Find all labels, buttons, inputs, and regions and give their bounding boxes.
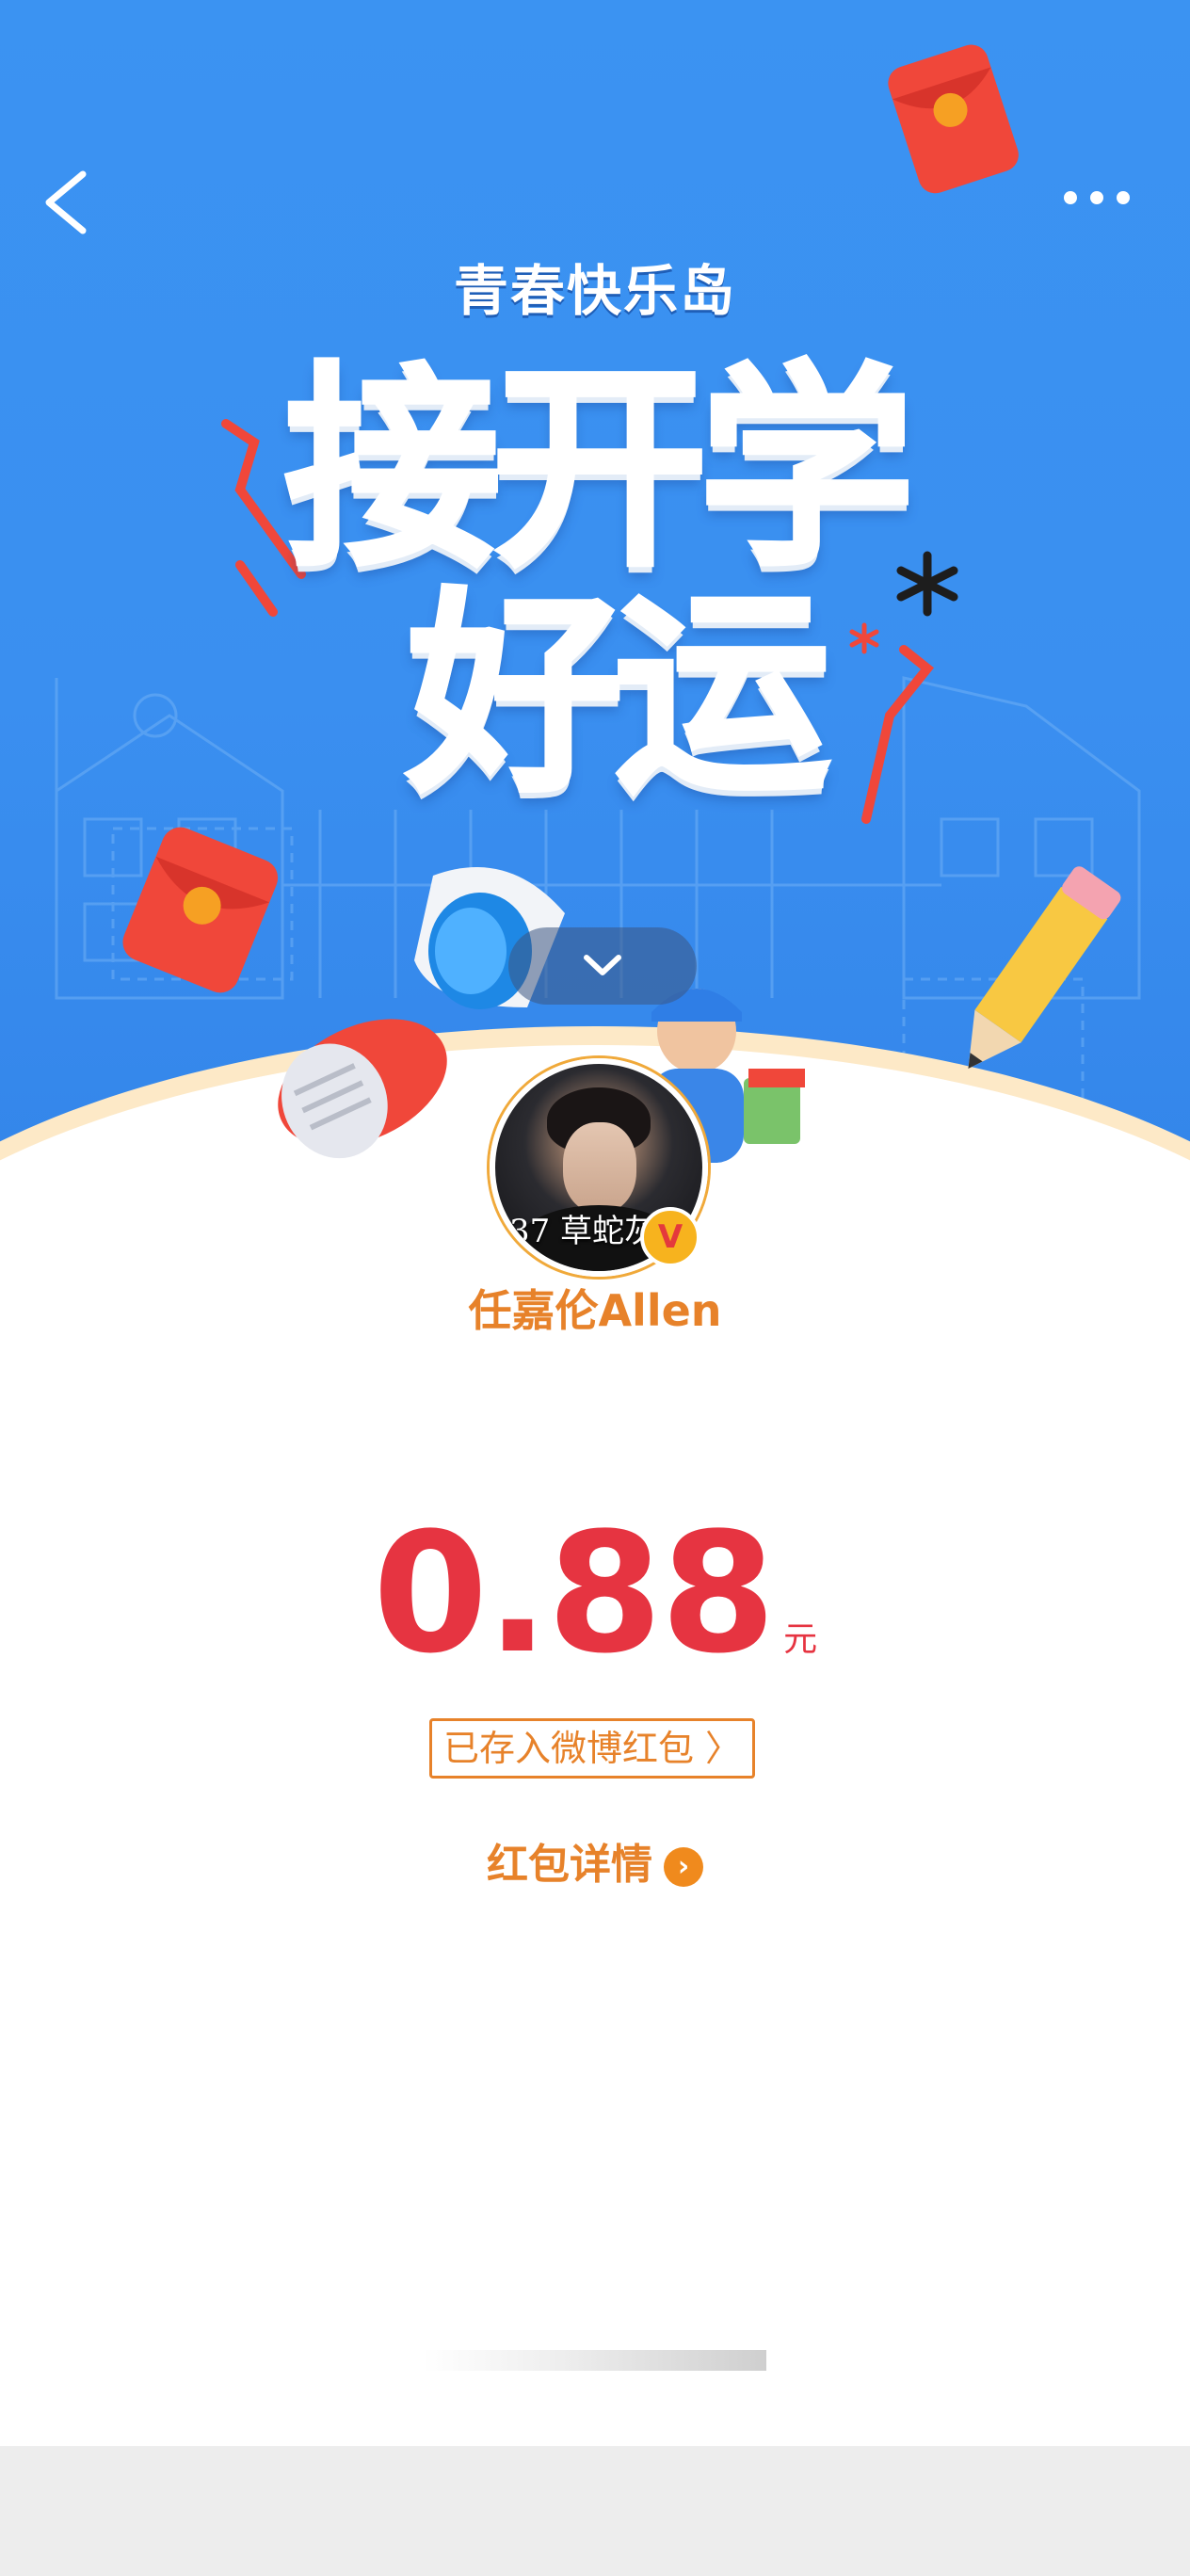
sender-name[interactable]: 任嘉伦Allen (0, 1277, 1190, 1339)
red-envelope-icon (888, 44, 1019, 194)
footer-bar (0, 2446, 1190, 2576)
details-link-label: 红包详情 (487, 1841, 652, 1889)
back-button[interactable] (28, 155, 104, 250)
more-button[interactable] (1054, 174, 1139, 221)
amount-row: 0.88 元 (0, 1497, 1190, 1690)
bottom-shade (424, 2350, 766, 2371)
more-horizontal-icon (1064, 191, 1130, 204)
chevron-right-circle-icon: › (664, 1847, 703, 1887)
red-packet-details-link[interactable]: 红包详情 › (0, 1830, 1190, 1891)
headline-line-1: 接开学 (282, 345, 917, 596)
brand-title: 青春快乐岛 (453, 259, 736, 323)
headline-line-2: 好运 (405, 571, 832, 822)
amount-value: 0.88 (372, 1497, 776, 1690)
hero-banner: 青春快乐岛 接开学 好运 (0, 0, 1190, 1167)
verified-badge-icon: V (640, 1207, 700, 1267)
saved-to-wallet-button[interactable]: 已存入微博红包 〉 (429, 1718, 755, 1779)
chevron-left-icon (45, 170, 87, 234)
chevron-down-icon (584, 955, 621, 975)
collapse-toggle-button[interactable] (508, 927, 697, 1005)
amount-unit: 元 (783, 1620, 818, 1659)
